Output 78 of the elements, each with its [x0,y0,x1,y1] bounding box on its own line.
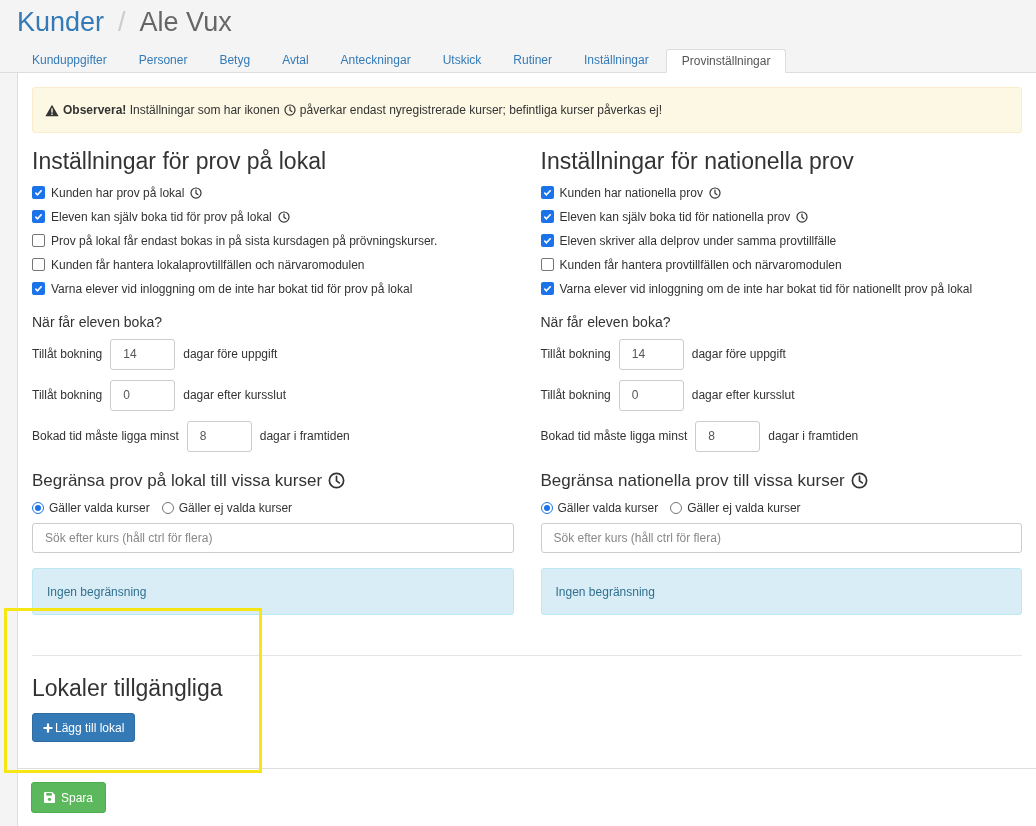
checkbox-label: Eleven kan själv boka tid för nationella prov [559,208,791,226]
checkbox-label: Eleven kan själv boka tid för prov på lokal [51,208,272,226]
section-heading: Begränsa prov på lokal till vissa kurser [32,469,323,492]
page-title: Ale Vux [139,6,232,39]
subheading: När får eleven boka? [32,312,163,332]
checkbox-label: Kunden har nationella prov [559,184,703,202]
info-message: Ingen begränsning [32,568,514,616]
section-heading: Begränsa nationella prov till vissa kurser [540,469,845,492]
field-suffix: dagar före uppgift [691,346,786,364]
field-label: Bokad tid måste ligga minst [32,428,179,446]
warning-icon [45,103,59,117]
checkbox[interactable] [540,234,554,248]
field-suffix: dagar i framtiden [768,428,859,446]
radio-button[interactable] [32,502,44,515]
number-field[interactable]: 14 [110,338,176,370]
field-suffix: dagar efter kursslut [183,387,286,405]
plus-icon [43,722,53,733]
add-location-button[interactable]: Lägg till lokal [32,713,136,742]
checkbox-label: Kunden får hantera lokalaprovtillfällen och närvaromodulen [51,256,365,274]
field-suffix: dagar i framtiden [259,428,350,446]
number-field[interactable]: 8 [186,420,252,452]
radio-label: Gäller ej valda kurser [687,500,801,518]
tab[interactable]: Betyg [204,48,266,72]
checkbox[interactable] [540,258,554,272]
checkbox-label: Kunden har prov på lokal [51,184,185,202]
number-field[interactable]: 8 [695,420,761,452]
radio-button[interactable] [161,502,174,515]
clock-icon [283,104,296,116]
radio-label: Gäller ej valda kurser [178,500,293,518]
checkbox-label: Kunden får hantera provtillfällen och närvaromodulen [559,256,842,274]
subheading: När får eleven boka? [540,312,672,332]
field-label: Tillåt bokning [32,346,103,364]
alert-text: Observera! Inställningar som har ikonen [63,102,280,119]
tab[interactable]: Utskick [427,48,497,72]
breadcrumb-separator: / [118,6,126,39]
checkbox[interactable] [32,210,45,224]
tab[interactable]: Kunduppgifter [17,48,122,72]
checkbox[interactable] [540,186,554,200]
radio-button[interactable] [540,502,553,515]
tab[interactable]: Personer [123,48,203,72]
field-label: Tillåt bokning [32,387,103,405]
number-field[interactable]: 14 [618,338,684,370]
tab[interactable]: Provinställningar [665,48,787,73]
checkbox[interactable] [32,282,45,296]
checkbox[interactable] [32,258,45,272]
field-label: Tillåt bokning [540,346,611,364]
checkbox[interactable] [540,282,554,296]
checkbox[interactable] [32,186,45,200]
checkbox-label: Prov på lokal får endast bokas in på sista kursdagen på prövningskurser. [51,232,438,250]
checkbox-label: Varna elever vid inloggning om de inte har bokat tid för nationellt prov på lokal [559,280,973,298]
checkbox[interactable] [32,234,45,248]
tab[interactable]: Avtal [267,48,324,72]
breadcrumb-link[interactable]: Kunder [17,6,105,40]
clock-icon [328,472,346,489]
alert-text: påverkar endast nyregistrerade kurser; befintliga kurser påverkas ej! [299,102,662,119]
section-heading: Inställningar för prov på lokal [32,147,328,176]
checkbox[interactable] [540,210,554,224]
clock-icon [850,472,868,489]
field-label: Tillåt bokning [540,387,611,405]
tab[interactable]: Rutiner [498,48,567,72]
radio-label: Gäller valda kurser [49,500,150,518]
tab[interactable]: Inställningar [569,48,664,72]
section-heading: Inställningar för nationella prov [540,147,855,176]
number-field[interactable]: 0 [110,379,176,411]
checkbox-label: Eleven skriver alla delprov under samma provtillfälle [559,232,837,250]
field-label: Bokad tid måste ligga minst [540,428,688,446]
save-button[interactable]: Spara [31,782,107,813]
info-message: Ingen begränsning [540,568,1022,616]
search-field[interactable]: Sök efter kurs (håll ctrl för flera) [540,523,1022,554]
radio-button[interactable] [670,502,683,515]
field-suffix: dagar efter kursslut [691,387,795,405]
search-field[interactable]: Sök efter kurs (håll ctrl för flera) [32,523,514,554]
radio-label: Gäller valda kurser [557,500,659,518]
field-suffix: dagar före uppgift [183,346,278,364]
number-field[interactable]: 0 [618,379,684,411]
section-heading: Lokaler tillgängliga [32,674,223,703]
checkbox-label: Varna elever vid inloggning om de inte har bokat tid för prov på lokal [51,280,413,298]
tab[interactable]: Anteckningar [325,48,426,72]
